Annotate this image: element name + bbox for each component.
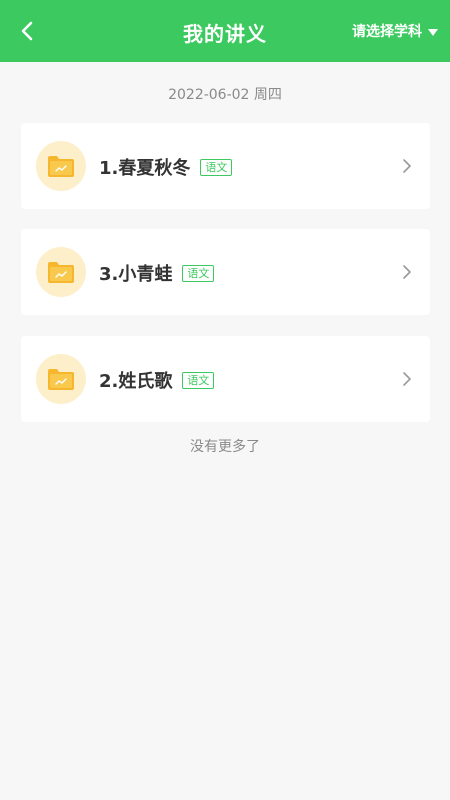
lecture-item[interactable]: 2.姓氏歌 语文 — [21, 336, 430, 422]
subject-dropdown-label: 请选择学科 — [352, 24, 422, 40]
folder-chart-icon — [36, 354, 86, 404]
chevron-right-icon — [403, 159, 411, 173]
lecture-item-label: 2.姓氏歌 — [99, 371, 173, 392]
lecture-item[interactable]: 1.春夏秋冬 语文 — [21, 123, 430, 209]
chevron-right-icon — [403, 265, 411, 279]
lecture-item-label: 1.春夏秋冬 — [99, 158, 191, 179]
folder-chart-icon — [36, 247, 86, 297]
no-more-label: 没有更多了 — [190, 439, 260, 455]
lecture-item-label: 3.小青蛙 — [99, 264, 173, 285]
triangle-down-icon — [428, 28, 438, 36]
chevron-right-icon — [403, 372, 411, 386]
subject-dropdown[interactable]: 请选择学科 — [352, 21, 438, 41]
folder-chart-icon — [36, 141, 86, 191]
subject-tag: 语文 — [182, 264, 215, 282]
lecture-item-title-row: 2.姓氏歌 语文 — [99, 367, 215, 393]
lecture-item-title-row: 3.小青蛙 语文 — [99, 260, 215, 286]
subject-tag: 语文 — [182, 371, 215, 389]
subject-tag: 语文 — [200, 158, 233, 176]
app-header: 我的讲义 请选择学科 — [0, 0, 450, 62]
lecture-item[interactable]: 3.小青蛙 语文 — [21, 229, 430, 315]
lecture-item-title-row: 1.春夏秋冬 语文 — [99, 154, 233, 180]
date-label: 2022-06-02 周四 — [168, 87, 282, 103]
